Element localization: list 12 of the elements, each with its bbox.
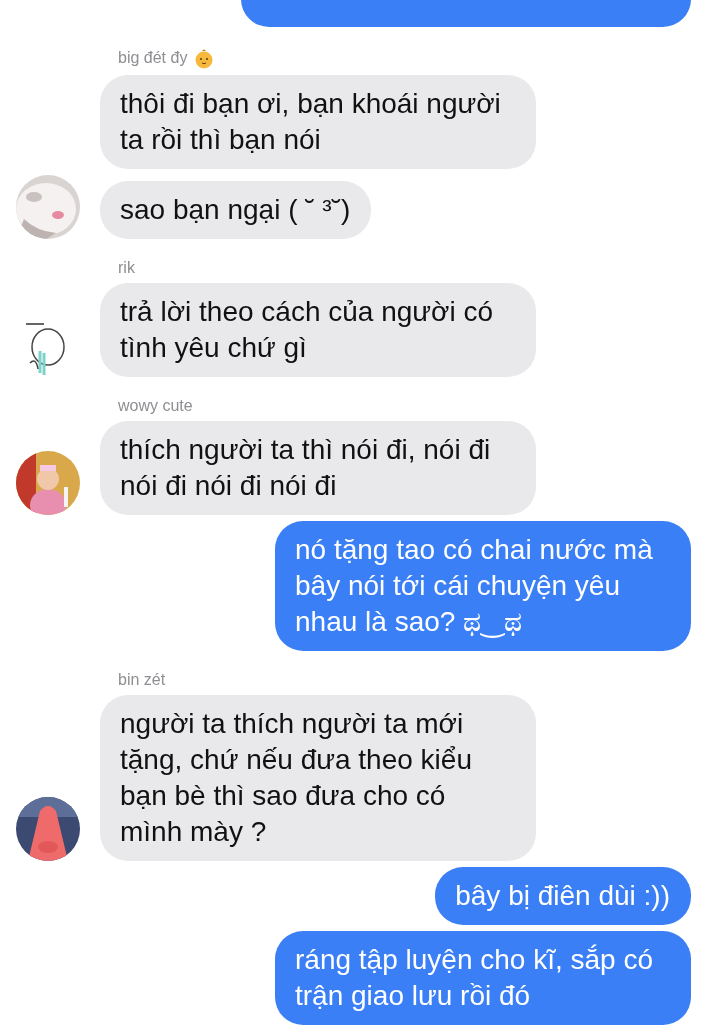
message-bubble: bây bị điên dùi :))	[435, 867, 691, 925]
message-bubble: ráng tập luyện cho kĩ, sắp có trận giao lưu rồi đó	[275, 931, 691, 1025]
sender-name: wowy cute	[118, 397, 193, 415]
message-bubble: người ta thích người ta mới tặng, chứ nếu đưa theo kiểu bạn bè thì sao đưa cho có mình mày ?	[100, 695, 536, 861]
sender-name: big đét đy	[118, 49, 188, 67]
message-bubble: trả lời theo cách của người có tình yêu chứ gì	[100, 283, 536, 377]
message-bubble: thôi đi bạn ơi, bạn khoái người ta rồi thì bạn nói	[100, 75, 536, 169]
sender-name: bin zét	[118, 671, 166, 689]
message-bubble: nó tặng tao có chai nước mà bây nói tới cái chuyện yêu nhau là sao? ಥ‿ಥ	[275, 521, 691, 651]
message-bubble: thích người ta thì nói đi, nói đi nói đi nói đi nói đi	[100, 421, 536, 515]
sender-name: rik	[118, 259, 135, 277]
message-bubble: sao bạn ngại ( ˘ ³˘)	[100, 181, 372, 239]
